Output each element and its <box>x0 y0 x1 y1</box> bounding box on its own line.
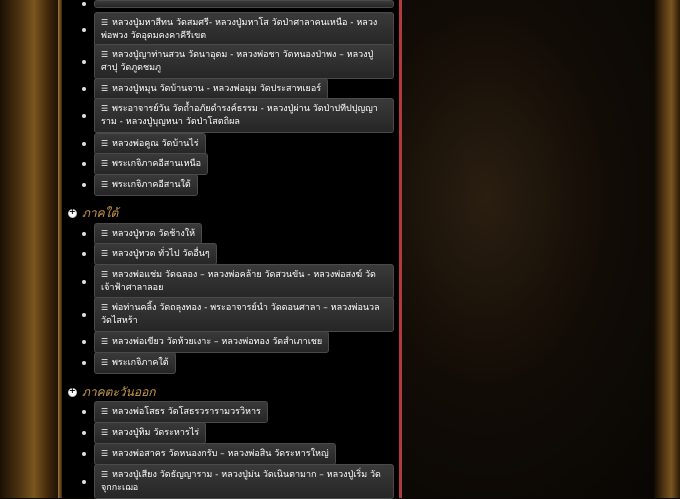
list-icon: ☰ <box>101 358 109 367</box>
menu-button-label: หลวงปู่ญาท่านสวน วัดนาอุดม - หลวงพ่อชา ว… <box>101 50 374 73</box>
list-icon: ☰ <box>101 428 109 437</box>
list-item: ☰ หลวงพ่อเขียว วัดห้วยเงาะ – หลวงพ่อทอง ว… <box>82 331 330 353</box>
list-item: ☰ หลวงปู่เสียง วัดธัญญาราม - หลวงปู่ม่น ว… <box>82 464 394 499</box>
menu-button-label: พระอาจารย์วัน วัดถ้ำอภัยดำรงค์ธรรม - หลว… <box>101 104 378 127</box>
menu-button[interactable]: ☰ หลวงปู่ทิม วัดระหารไร่ <box>94 422 207 444</box>
menu-panel: ☰ หลวงปู่มหาสีทน วัดสมศรี- หลวงปู่มหาโส ว… <box>62 0 400 499</box>
menu-button[interactable]: ☰ พระเกจิภาคใต้ <box>94 352 176 374</box>
bullet <box>82 479 86 484</box>
list-icon: ☰ <box>101 229 109 238</box>
list-item: ☰ พระเกจิภาคอีสานใต้ <box>82 174 198 196</box>
menu-button[interactable]: ☰ หลวงพ่อสาคร วัดหนองกรับ – หลวงพ่อสิน วั… <box>94 443 336 465</box>
list-item: ☰ พระอาจารย์วัน วัดถ้ำอภัยดำรงค์ธรรม - หล… <box>82 98 394 133</box>
list-icon: ☰ <box>101 303 109 312</box>
list-icon: ☰ <box>101 337 109 346</box>
bullet <box>82 361 86 365</box>
list-item: ☰ หลวงปู่ญาท่านสวน วัดนาอุดม - หลวงพ่อชา … <box>82 44 394 79</box>
list-icon: ☰ <box>101 139 109 148</box>
bullet <box>82 279 86 284</box>
list-icon: ☰ <box>101 84 109 93</box>
menu-button[interactable]: ☰ หลวงพ่อแช่ม วัดฉลอง – หลวงพ่อคล้าย วัดส… <box>94 264 394 299</box>
menu-button-label: หลวงพ่อคูณ วัดบ้านไร่ <box>112 139 199 149</box>
menu-button[interactable]: ☰ หลวงปู่หมุน วัดบ้านจาน - หลวงพ่อมุม วัด… <box>94 78 329 100</box>
menu-button[interactable]: ☰ พ่อท่านคลิ้ง วัดถลุงทอง - พระอาจารย์นำ … <box>94 297 394 332</box>
menu-button[interactable]: ☰ พระอาจารย์วัน วัดถ้ำอภัยดำรงค์ธรรม - หล… <box>94 98 394 133</box>
list-icon: ☰ <box>101 104 109 113</box>
menu-button-label: พ่อท่านคลิ้ง วัดถลุงทอง - พระอาจารย์นำ ว… <box>101 303 380 326</box>
list-item: ☰ หลวงปู่ทวด ทั่วไป วัดอื่นๆ <box>82 243 217 265</box>
bullet <box>82 59 86 64</box>
menu-button-truncated[interactable] <box>94 0 394 8</box>
menu-button[interactable]: ☰ หลวงปู่เสียง วัดธัญญาราม - หลวงปู่ม่น ว… <box>94 464 394 499</box>
bullet <box>82 340 86 344</box>
menu-button-label: หลวงปู่ทวด วัดช้างให้ <box>112 229 196 239</box>
bullet <box>82 142 86 146</box>
bullet <box>82 27 86 32</box>
right-decorative-panel <box>402 0 680 498</box>
list-icon: ☰ <box>101 449 109 458</box>
list-item: ☰ พระเกจิภาคใต้ <box>82 352 176 374</box>
menu-button-label: หลวงปู่เสียง วัดธัญญาราม - หลวงปู่ม่น วั… <box>101 470 381 493</box>
plus-circle-icon[interactable] <box>68 207 77 218</box>
list-icon: ☰ <box>101 180 109 189</box>
menu-button-label: หลวงพ่อเขียว วัดห้วยเงาะ – หลวงพ่อทอง วั… <box>112 337 323 347</box>
menu-button-label: หลวงปู่หมุน วัดบ้านจาน - หลวงพ่อมุม วัดป… <box>112 84 322 94</box>
section-header-east[interactable]: ภาคตะวันออก <box>68 383 156 402</box>
section-title: ภาคใต้ <box>82 206 119 220</box>
left-ornamental-frame <box>0 0 62 498</box>
menu-button-label: หลวงปู่มหาสีทน วัดสมศรี- หลวงปู่มหาโส วั… <box>101 18 378 41</box>
list-item: ☰ หลวงปู่หมุน วัดบ้านจาน - หลวงพ่อมุม วัด… <box>82 78 329 100</box>
list-item: ☰ หลวงพ่อแช่ม วัดฉลอง – หลวงพ่อคล้าย วัดส… <box>82 264 394 299</box>
list-item: ☰ หลวงพ่อสาคร วัดหนองกรับ – หลวงพ่อสิน วั… <box>82 443 336 465</box>
list-item: ☰ หลวงพ่อโสธร วัดโสธรวรารามวรวิหาร <box>82 401 268 423</box>
bullet <box>82 232 86 236</box>
list-item <box>82 0 394 8</box>
menu-button[interactable]: ☰ พระเกจิภาคอีสานเหนือ <box>94 153 209 175</box>
list-item: ☰ หลวงปู่มหาสีทน วัดสมศรี- หลวงปู่มหาโส ว… <box>82 12 394 47</box>
bullet <box>82 2 86 6</box>
bullet <box>82 183 86 187</box>
list-icon: ☰ <box>101 159 109 168</box>
menu-button[interactable]: ☰ หลวงปู่มหาสีทน วัดสมศรี- หลวงปู่มหาโส ว… <box>94 12 394 47</box>
menu-button[interactable]: ☰ หลวงพ่อคูณ วัดบ้านไร่ <box>94 133 206 155</box>
menu-button-label: หลวงพ่อแช่ม วัดฉลอง – หลวงพ่อคล้าย วัดสว… <box>101 270 376 293</box>
list-item: ☰ หลวงปู่ทวด วัดช้างให้ <box>82 223 203 245</box>
menu-button[interactable]: ☰ หลวงพ่อเขียว วัดห้วยเงาะ – หลวงพ่อทอง ว… <box>94 331 330 353</box>
menu-button-label: หลวงปู่ทวด ทั่วไป วัดอื่นๆ <box>112 249 210 259</box>
menu-button[interactable]: ☰ หลวงปู่ญาท่านสวน วัดนาอุดม - หลวงพ่อชา … <box>94 44 394 79</box>
menu-button-label: พระเกจิภาคอีสานเหนือ <box>112 159 202 169</box>
bullet <box>82 431 86 435</box>
list-icon: ☰ <box>101 270 109 279</box>
section-title: ภาคตะวันออก <box>82 385 156 399</box>
list-item: ☰ พ่อท่านคลิ้ง วัดถลุงทอง - พระอาจารย์นำ … <box>82 297 394 332</box>
menu-button-label: หลวงพ่อโสธร วัดโสธรวรารามวรวิหาร <box>112 407 261 417</box>
list-icon: ☰ <box>101 50 109 59</box>
menu-button[interactable]: ☰ พระเกจิภาคอีสานใต้ <box>94 174 198 196</box>
list-icon: ☰ <box>101 18 109 27</box>
list-item: ☰ หลวงพ่อคูณ วัดบ้านไร่ <box>82 133 206 155</box>
list-icon: ☰ <box>101 249 109 258</box>
menu-button[interactable]: ☰ หลวงปู่ทวด ทั่วไป วัดอื่นๆ <box>94 243 217 265</box>
list-item: ☰ พระเกจิภาคอีสานเหนือ <box>82 153 209 175</box>
bullet <box>82 87 86 91</box>
list-icon: ☰ <box>101 470 109 479</box>
menu-button[interactable]: ☰ หลวงปู่ทวด วัดช้างให้ <box>94 223 203 245</box>
bullet <box>82 312 86 317</box>
bullet <box>82 162 86 166</box>
bullet <box>82 410 86 414</box>
bullet <box>82 252 86 256</box>
menu-button-label: หลวงพ่อสาคร วัดหนองกรับ – หลวงพ่อสิน วัด… <box>112 449 329 459</box>
section-header-south[interactable]: ภาคใต้ <box>68 204 118 223</box>
list-icon: ☰ <box>101 407 109 416</box>
menu-button-label: พระเกจิภาคอีสานใต้ <box>112 180 191 190</box>
menu-button[interactable]: ☰ หลวงพ่อโสธร วัดโสธรวรารามวรวิหาร <box>94 401 268 423</box>
bullet <box>82 452 86 456</box>
menu-button-label: พระเกจิภาคใต้ <box>112 358 169 368</box>
plus-circle-icon[interactable] <box>68 386 77 397</box>
bullet <box>82 113 86 118</box>
menu-button-label: หลวงปู่ทิม วัดระหารไร่ <box>112 428 200 438</box>
list-item: ☰ หลวงปู่ทิม วัดระหารไร่ <box>82 422 207 444</box>
